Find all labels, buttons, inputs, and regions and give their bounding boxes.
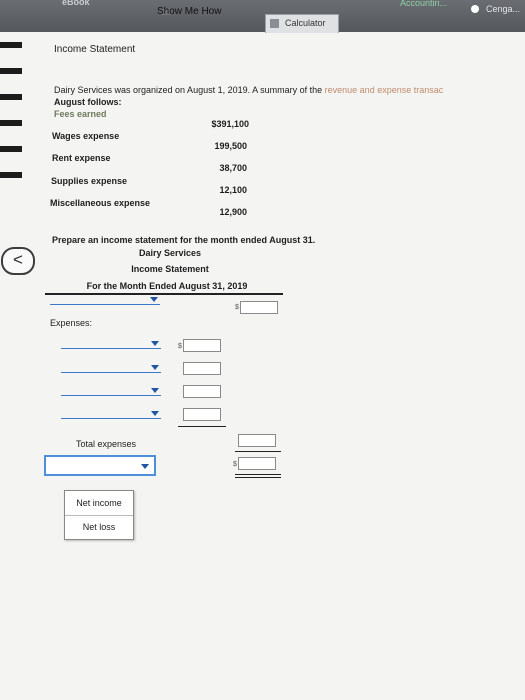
problem-intro-2: August follows:	[54, 97, 122, 107]
account-fees-earned: Fees earned	[54, 109, 107, 119]
chevron-down-icon	[150, 297, 158, 302]
total-expenses-input[interactable]	[238, 434, 276, 447]
amount-supplies-expense: 12,100	[219, 185, 247, 195]
side-panel-stripes	[0, 36, 22, 186]
dollar-sign: $	[235, 304, 239, 311]
calculator-label: Calculator	[285, 18, 326, 28]
intro-text-highlight: revenue and expense transac	[324, 85, 444, 95]
expenses-label: Expenses:	[50, 318, 93, 328]
section-title: Income Statement	[54, 44, 136, 55]
chevron-down-icon	[141, 464, 149, 469]
intro-text: Dairy Services was organized on August 1…	[54, 85, 325, 95]
cengage-logo-icon	[471, 5, 479, 13]
revenue-amount-input[interactable]	[240, 301, 278, 314]
amount-rent-expense: 38,700	[219, 163, 247, 173]
expense-account-dropdown-3[interactable]	[61, 387, 161, 396]
calculator-icon	[270, 19, 279, 28]
chevron-down-icon	[151, 341, 159, 346]
expense-account-dropdown-4[interactable]	[61, 410, 161, 419]
expense-account-dropdown-1[interactable]	[61, 340, 161, 349]
double-rule-top	[235, 474, 281, 475]
net-result-input[interactable]	[238, 457, 276, 470]
option-net-income[interactable]: Net income	[65, 491, 133, 516]
statement-title: Income Statement	[131, 264, 209, 274]
double-rule-bottom	[235, 477, 281, 478]
expense-amount-input-4[interactable]	[183, 408, 221, 421]
chevron-down-icon	[151, 411, 159, 416]
chevron-down-icon	[151, 365, 159, 370]
back-chevron-icon[interactable]: <	[1, 247, 35, 275]
net-result-dropdown[interactable]	[44, 455, 156, 476]
show-me-how-button[interactable]: Show Me How	[157, 6, 221, 17]
expense-amount-input-3[interactable]	[183, 385, 221, 398]
amount-fees-earned: $391,100	[211, 119, 249, 129]
cengage-tab[interactable]: Cenga...	[486, 4, 520, 14]
problem-intro: Dairy Services was organized on August 1…	[54, 85, 443, 95]
account-rent-expense: Rent expense	[52, 153, 111, 163]
statement-period: For the Month Ended August 31, 2019	[86, 281, 248, 291]
account-misc-expense: Miscellaneous expense	[50, 198, 151, 208]
dollar-sign: $	[178, 343, 182, 350]
amount-misc-expense: 12,900	[219, 207, 247, 217]
accounting-tab[interactable]: Accountin...	[400, 0, 447, 8]
header-rule	[45, 293, 283, 295]
chevron-down-icon	[151, 388, 159, 393]
total-expenses-label: Total expenses	[76, 439, 137, 449]
dollar-sign: $	[233, 461, 237, 468]
calculator-button[interactable]: Calculator	[265, 14, 339, 33]
expense-account-dropdown-2[interactable]	[61, 364, 161, 373]
account-supplies-expense: Supplies expense	[51, 176, 128, 186]
revenue-account-dropdown[interactable]	[50, 296, 160, 305]
total-rule	[235, 451, 281, 452]
expense-amount-input-1[interactable]	[183, 339, 221, 352]
option-net-loss[interactable]: Net loss	[65, 515, 133, 539]
instructions: Prepare an income statement for the mont…	[52, 235, 316, 245]
top-toolbar: eBook Accountin... Cenga... Show Me How …	[0, 0, 525, 33]
amount-wages-expense: 199,500	[214, 141, 247, 151]
ebook-tab[interactable]: eBook	[62, 0, 90, 7]
account-wages-expense: Wages expense	[52, 131, 120, 141]
expense-amount-input-2[interactable]	[183, 362, 221, 375]
subtotal-rule	[178, 426, 226, 427]
statement-company: Dairy Services	[138, 248, 202, 258]
net-result-options: Net income Net loss	[64, 490, 134, 540]
